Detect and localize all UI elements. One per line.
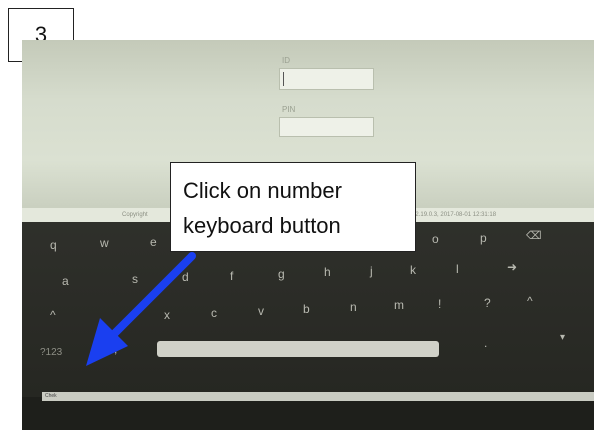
arrow-shaft (108, 252, 196, 340)
pointer-arrow-icon (86, 252, 196, 366)
